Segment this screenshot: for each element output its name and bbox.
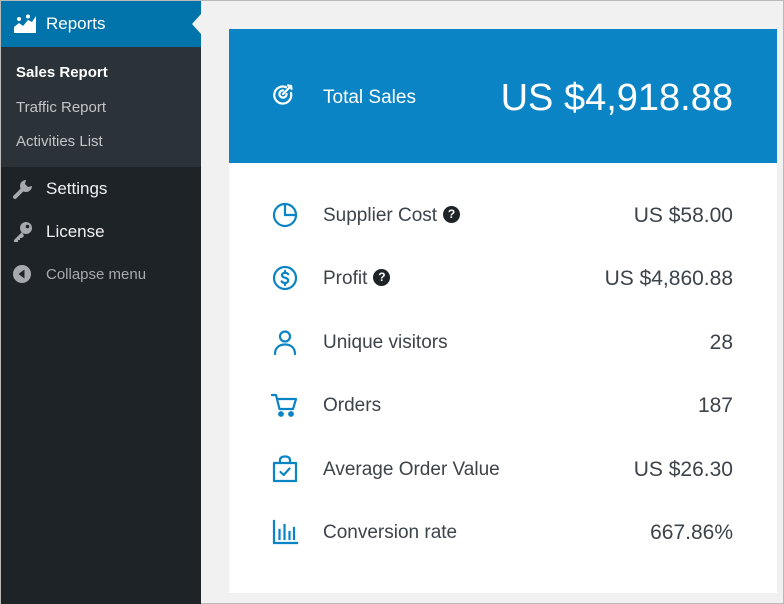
collapse-arrow-icon [12,264,34,286]
total-sales-value: US $4,918.88 [500,77,733,119]
sidebar-item-license[interactable]: License [1,212,201,252]
total-sales-header: Total Sales US $4,918.88 [229,29,777,163]
stat-label: Average Order Value [323,459,500,480]
wrench-icon [12,178,34,200]
stat-value: US $26.30 [633,458,733,481]
stat-value: 187 [697,394,733,417]
sidebar-item-reports[interactable]: Reports [1,1,201,47]
stat-row-supplier-cost: Supplier Cost? US $58.00 [229,195,777,235]
stat-row-profit: Profit? US $4,860.88 [229,258,777,298]
reports-submenu: Sales Report Traffic Report Activities L… [1,47,201,167]
cart-icon [270,391,299,419]
user-icon [271,328,299,356]
stat-label: Conversion rate [323,522,458,543]
stat-value: 28 [709,331,733,354]
shopping-bag-check-icon [271,455,299,483]
sidebar-item-label: Settings [46,179,108,198]
stat-value: 667.86% [650,521,733,544]
bar-chart-icon [271,518,299,546]
stat-value: US $4,860.88 [604,267,733,290]
stat-row-unique-visitors: Unique visitors 28 [229,322,777,362]
stat-row-conversion-rate: Conversion rate 667.86% [229,512,777,552]
help-icon[interactable]: ? [443,206,461,223]
sales-report-panel: Total Sales US $4,918.88 Supplier Cost? … [229,29,777,593]
collapse-menu-button[interactable]: Collapse menu [1,255,201,295]
key-icon [12,221,34,243]
target-icon [271,82,297,108]
sidebar-item-label: Reports [46,14,106,33]
help-icon[interactable]: ? [373,269,391,286]
chart-area-icon [13,14,37,34]
stat-label: Orders [323,395,382,416]
stat-row-average-order-value: Average Order Value US $26.30 [229,449,777,489]
sidebar-item-label: License [46,222,105,241]
stat-label: Unique visitors [323,332,448,353]
submenu-item-traffic-report[interactable]: Traffic Report [16,98,106,118]
admin-sidebar: Reports Sales Report Traffic Report Acti… [1,1,201,604]
stat-label: Supplier Cost? [323,205,461,227]
stat-value: US $58.00 [633,204,733,227]
collapse-menu-label: Collapse menu [46,266,147,283]
dollar-circle-icon [271,264,299,292]
sidebar-item-settings[interactable]: Settings [1,169,201,209]
pie-chart-icon [271,201,299,229]
submenu-item-activities-list[interactable]: Activities List [16,132,103,152]
submenu-item-sales-report[interactable]: Sales Report [16,63,108,83]
stat-label: Profit? [323,268,391,290]
total-sales-label: Total Sales [323,87,416,108]
stat-row-orders: Orders 187 [229,385,777,425]
